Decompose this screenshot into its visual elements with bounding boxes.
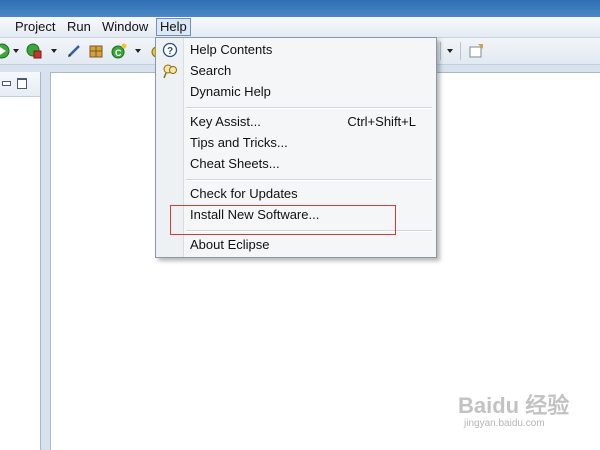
watermark-url: jingyan.baidu.com [464, 418, 545, 429]
menu-item-check-for-updates[interactable]: Check for Updates [156, 184, 436, 204]
run-dropdown-icon[interactable] [13, 49, 19, 53]
menu-item-tips-and-tricks[interactable]: Tips and Tricks... [156, 133, 436, 153]
watermark: Baidu 经验 jingyan.baidu.com [458, 388, 598, 438]
left-view-toolbar [0, 72, 40, 97]
open-perspective-icon[interactable] [468, 43, 484, 59]
new-package-icon[interactable] [88, 43, 104, 59]
menu-item-label: Check for Updates [190, 186, 298, 201]
menu-project[interactable]: Project [12, 19, 58, 35]
menu-item-label: Key Assist... [190, 114, 261, 129]
menu-item-label: Dynamic Help [190, 84, 271, 99]
new-class-dropdown-icon[interactable] [135, 49, 141, 53]
menu-bar: Project Run Window Help [0, 17, 600, 38]
eclipse-window: Project Run Window Help C ? Help Content… [0, 0, 600, 450]
menu-item-search[interactable]: Search [156, 61, 436, 81]
menu-run[interactable]: Run [64, 19, 94, 35]
maximize-view-icon[interactable] [17, 78, 27, 89]
menu-help[interactable]: Help [156, 18, 191, 36]
window-title-bar [0, 0, 600, 17]
menu-item-label: Help Contents [190, 42, 273, 57]
watermark-logo: Baidu 经验 [458, 393, 570, 418]
external-tools-dropdown-icon[interactable] [51, 49, 57, 53]
toolbar-separator [440, 42, 441, 60]
highlight-annotation-box [170, 205, 396, 235]
menu-item-dynamic-help[interactable]: Dynamic Help [156, 82, 436, 102]
menu-separator [186, 107, 432, 109]
menu-item-help-contents[interactable]: ? Help Contents [156, 40, 436, 60]
external-tools-icon[interactable] [26, 43, 42, 59]
svg-text:C: C [115, 48, 122, 58]
new-class-icon[interactable]: C [111, 43, 127, 59]
menu-separator [186, 179, 432, 181]
search-icon [163, 64, 177, 79]
left-view-panel [0, 72, 41, 450]
svg-text:?: ? [167, 46, 173, 57]
minimize-view-icon[interactable] [2, 81, 11, 86]
menu-item-label: Cheat Sheets... [190, 156, 280, 171]
menu-item-label: About Eclipse [190, 237, 270, 252]
menu-item-label: Search [190, 63, 232, 78]
help-contents-icon: ? [162, 42, 178, 58]
toolbar-separator [460, 42, 461, 60]
run-icon[interactable] [0, 43, 10, 59]
menu-item-shortcut: Ctrl+Shift+L [347, 114, 416, 129]
menu-item-about-eclipse[interactable]: About Eclipse [156, 235, 436, 255]
toolbar-overflow-dropdown-icon[interactable] [447, 49, 453, 53]
menu-item-cheat-sheets[interactable]: Cheat Sheets... [156, 154, 436, 174]
pen-icon[interactable] [66, 43, 82, 59]
menu-item-key-assist[interactable]: Key Assist... Ctrl+Shift+L [156, 112, 436, 132]
menu-window[interactable]: Window [99, 19, 151, 35]
menu-item-label: Tips and Tricks... [190, 135, 288, 150]
